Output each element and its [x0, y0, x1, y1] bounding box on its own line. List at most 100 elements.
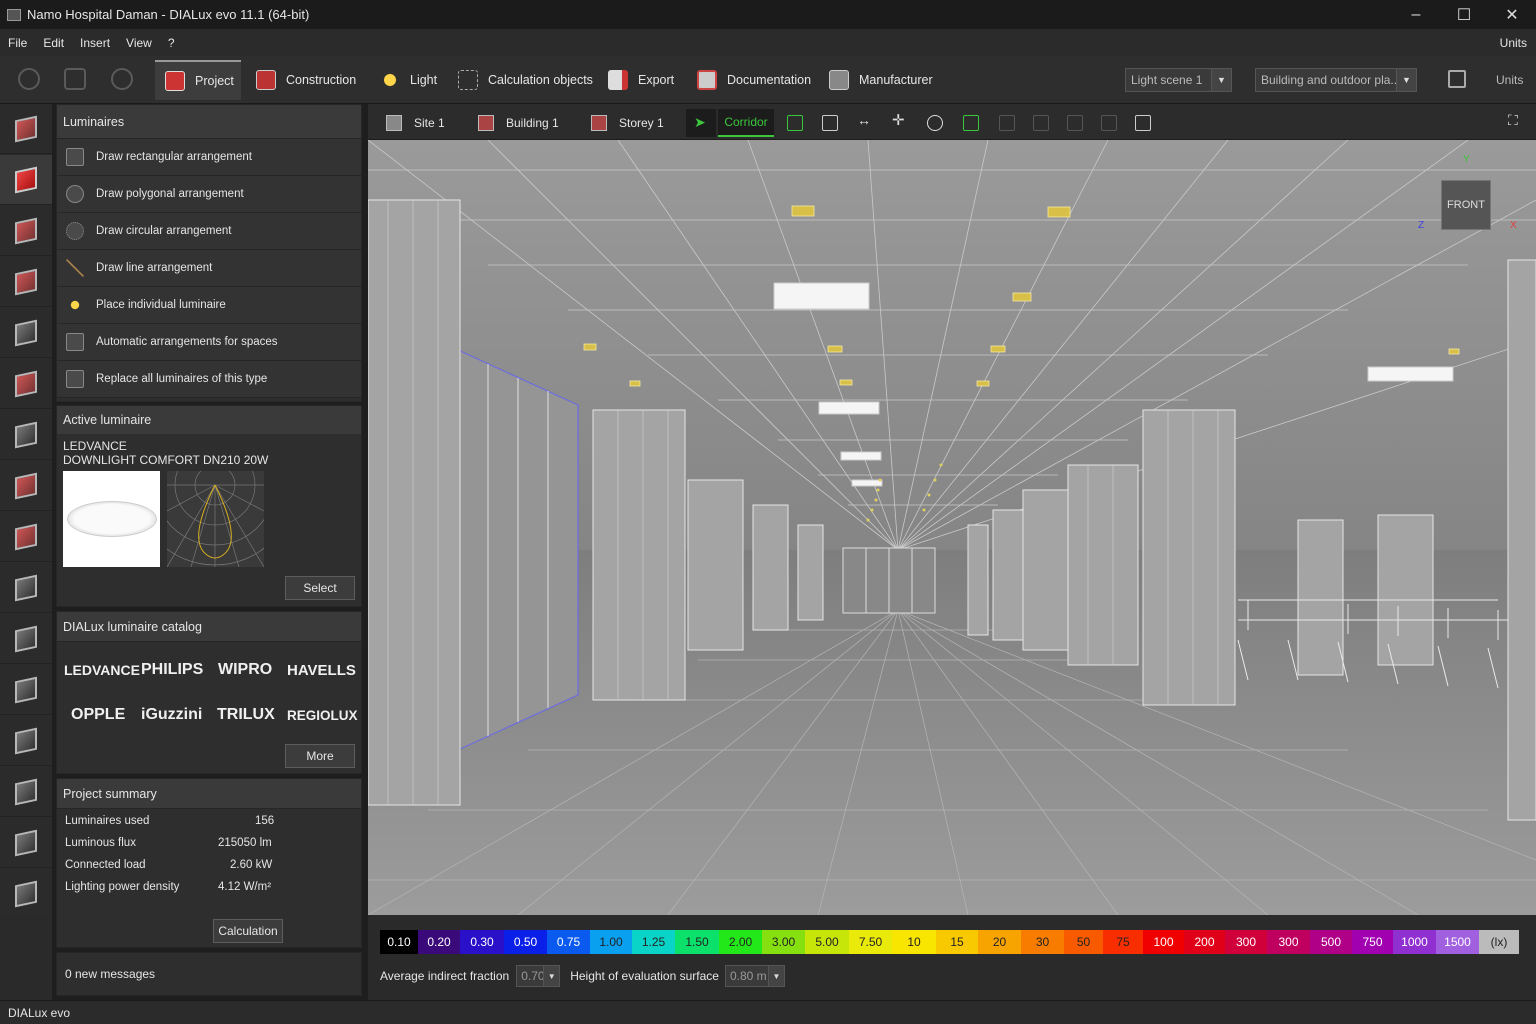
- rail-item-furniture[interactable]: [0, 614, 52, 664]
- draw-line-arrangement[interactable]: Draw line arrangement: [57, 250, 361, 287]
- close-button[interactable]: ✕: [1488, 0, 1536, 29]
- title-bar: Namo Hospital Daman - DIALux evo 11.1 (6…: [0, 0, 1536, 29]
- legend-swatch: 10: [892, 930, 936, 954]
- brand-philips[interactable]: PHILIPS: [141, 661, 203, 679]
- calculation-button[interactable]: Calculation: [213, 919, 283, 943]
- menu-view[interactable]: View: [118, 36, 160, 50]
- brand-ledvance[interactable]: LEDVANCE: [64, 662, 140, 678]
- views-cube-icon: [15, 727, 37, 754]
- place-individual-luminaire[interactable]: Place individual luminaire: [57, 287, 361, 324]
- site-cube-icon: [15, 115, 37, 142]
- brand-opple[interactable]: OPPLE: [71, 706, 125, 724]
- more-brands-button[interactable]: More: [285, 744, 355, 768]
- rail-item-ceilings[interactable]: [0, 563, 52, 613]
- units-button[interactable]: Units: [1496, 73, 1523, 87]
- tab-manufacturer[interactable]: Manufacturer: [829, 60, 933, 100]
- refresh-icon[interactable]: [111, 68, 133, 90]
- zoom-extents-icon[interactable]: [787, 115, 803, 131]
- select-tool-button[interactable]: ➤: [686, 109, 716, 137]
- messages-panel[interactable]: 0 new messages: [56, 952, 362, 996]
- light-scene-dropdown[interactable]: Light scene 1 ▼: [1125, 68, 1232, 92]
- draw-rectangular-arrangement[interactable]: Draw rectangular arrangement: [57, 139, 361, 176]
- tab-project[interactable]: Project: [155, 60, 241, 100]
- menu-insert[interactable]: Insert: [72, 36, 118, 50]
- menu-edit[interactable]: Edit: [35, 36, 72, 50]
- rail-item-sections[interactable]: [0, 818, 52, 868]
- menu-help[interactable]: ?: [160, 36, 183, 50]
- evaluation-height-dropdown[interactable]: 0.80 m ▼: [724, 965, 785, 987]
- brand-wipro[interactable]: WIPRO: [218, 661, 272, 679]
- draw-circular-arrangement[interactable]: Draw circular arrangement: [57, 213, 361, 250]
- light-bulb-icon: [380, 70, 400, 90]
- rail-item-doors[interactable]: [0, 461, 52, 511]
- view-side-icon[interactable]: [1033, 115, 1049, 131]
- active-luminaire-header: Active luminaire: [57, 406, 361, 434]
- indirect-fraction-dropdown[interactable]: 0.70 ▼: [516, 965, 561, 987]
- pan-horizontal-icon[interactable]: ↔: [857, 112, 873, 128]
- orbit-icon[interactable]: [927, 115, 943, 131]
- rail-item-windows[interactable]: [0, 512, 52, 562]
- rail-item-walls[interactable]: [0, 206, 52, 256]
- luminaire-photo: [63, 471, 160, 567]
- tab-light[interactable]: Light: [380, 60, 437, 100]
- tab-export[interactable]: Export: [608, 60, 674, 100]
- view-top-icon[interactable]: [1067, 115, 1083, 131]
- menu-file[interactable]: File: [0, 36, 35, 50]
- maximize-button[interactable]: ☐: [1440, 0, 1488, 29]
- view-cube[interactable]: FRONT: [1441, 180, 1491, 230]
- brand-havells[interactable]: HAVELLS: [287, 662, 356, 679]
- floors-cube-icon: [15, 319, 37, 346]
- chevron-down-icon: ▼: [767, 966, 784, 986]
- view-iso-icon[interactable]: [1101, 115, 1117, 131]
- select-luminaire-button[interactable]: Select: [285, 576, 355, 600]
- main-toolbar: Project Construction Light Calculation o…: [0, 56, 1536, 104]
- tab-construction[interactable]: Construction: [256, 60, 356, 100]
- rail-item-selection[interactable]: [0, 869, 52, 919]
- rail-item-site[interactable]: [0, 104, 52, 154]
- scene-filter-dropdown[interactable]: Building and outdoor pla... ▼: [1255, 68, 1417, 92]
- tab-calculation-objects[interactable]: Calculation objects: [458, 60, 593, 100]
- rail-item-openings[interactable]: [0, 410, 52, 460]
- rail-item-materials[interactable]: [0, 359, 52, 409]
- rail-item-luminaires[interactable]: [0, 155, 52, 205]
- rail-item-cuts[interactable]: [0, 767, 52, 817]
- view-frame-icon[interactable]: [1135, 115, 1151, 131]
- individual-luminaire-icon: [66, 296, 84, 314]
- fullscreen-icon[interactable]: ⛶: [1508, 112, 1524, 128]
- breadcrumb-building[interactable]: Building 1: [478, 109, 559, 137]
- left-tool-rail: [0, 104, 52, 919]
- rail-item-views[interactable]: [0, 716, 52, 766]
- view-front-icon[interactable]: [999, 115, 1015, 131]
- active-luminaire-panel: Active luminaire LEDVANCE DOWNLIGHT COMF…: [56, 405, 362, 607]
- legend-swatch: 0.20: [418, 930, 460, 954]
- redo-icon[interactable]: [64, 68, 86, 90]
- legend-swatch: 1.00: [590, 930, 632, 954]
- minimize-button[interactable]: –: [1392, 0, 1440, 29]
- move-icon[interactable]: ✛: [892, 111, 908, 129]
- undo-icon[interactable]: [18, 68, 40, 90]
- rail-item-floors[interactable]: [0, 308, 52, 358]
- catalog-header: DIALux luminaire catalog: [57, 612, 361, 642]
- breadcrumb-storey[interactable]: Storey 1: [591, 109, 664, 137]
- chevron-down-icon: ▼: [543, 966, 560, 986]
- legend-swatch: 1.50: [675, 930, 719, 954]
- space-selector-corridor[interactable]: Corridor: [718, 109, 774, 137]
- view-mode-icon[interactable]: [963, 115, 979, 131]
- brand-iguzzini[interactable]: iGuzzini: [141, 706, 202, 724]
- camera-icon[interactable]: [822, 115, 838, 131]
- calculator-icon[interactable]: [1448, 70, 1466, 88]
- 3d-viewport[interactable]: FRONT Y X Z: [368, 140, 1536, 915]
- rail-item-rooms[interactable]: [0, 257, 52, 307]
- draw-polygonal-arrangement[interactable]: Draw polygonal arrangement: [57, 176, 361, 213]
- automatic-arrangements[interactable]: Automatic arrangements for spaces: [57, 324, 361, 361]
- brand-regiolux[interactable]: REGIOLUX: [287, 708, 358, 723]
- units-menu[interactable]: Units: [1500, 36, 1527, 50]
- walls-cube-icon: [15, 217, 37, 244]
- rail-item-objects[interactable]: [0, 665, 52, 715]
- breadcrumb-site[interactable]: Site 1: [386, 109, 445, 137]
- tab-documentation[interactable]: Documentation: [697, 60, 811, 100]
- illuminance-legend-area: 0.10 0.20 0.30 0.50 0.75 1.00 1.25 1.50 2.00 3.00…: [368, 915, 1536, 1000]
- replace-all-luminaires[interactable]: Replace all luminaires of this type: [57, 361, 361, 398]
- brand-trilux[interactable]: TRILUX: [217, 706, 275, 724]
- summary-label: Lighting power density: [65, 881, 180, 893]
